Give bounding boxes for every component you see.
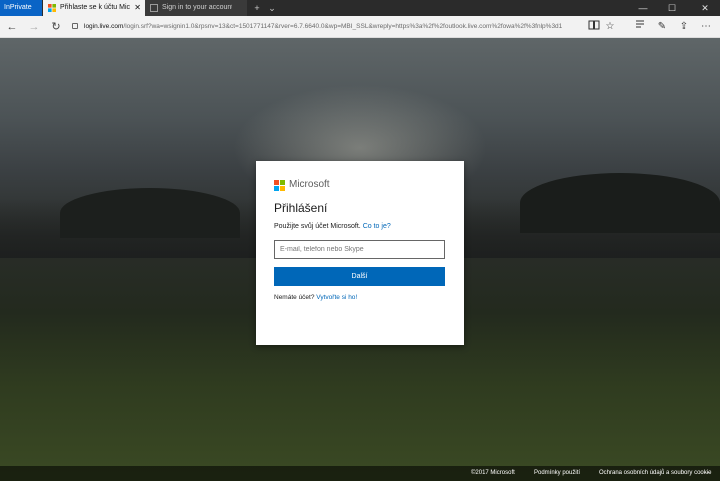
page-title: Přihlášení <box>274 201 328 215</box>
share-icon[interactable]: ⇪ <box>676 19 692 35</box>
microsoft-logo-icon <box>274 180 285 191</box>
copyright-text: ©2017 Microsoft <box>471 470 515 476</box>
url-field[interactable]: login.live.com/login.srf?wa=wsignin1.0&r… <box>84 19 578 35</box>
close-tab-icon[interactable]: ✕ <box>134 0 141 16</box>
tab-label: Sign in to your account <box>162 4 232 11</box>
refresh-icon[interactable]: ↻ <box>48 19 64 35</box>
lock-icon <box>72 23 78 29</box>
back-arrow-icon[interactable]: ← <box>4 19 20 35</box>
favorites-hub-icon[interactable] <box>632 19 648 35</box>
login-card: Microsoft Přihlášení Použijte svůj účet … <box>256 161 464 345</box>
tab-sign-in[interactable]: Sign in to your account <box>145 0 247 16</box>
create-account-link[interactable]: Vytvořte si ho! <box>316 294 357 301</box>
web-note-icon[interactable]: ✎ <box>654 19 670 35</box>
no-account-row: Nemáte účet? Vytvořte si ho! <box>274 294 357 301</box>
more-options-icon[interactable]: ··· <box>705 466 711 481</box>
footer: ©2017 Microsoft Podmínky použití Ochrana… <box>0 466 720 481</box>
tab-label: Přihlaste se k účtu Micro <box>60 4 130 11</box>
brand-name: Microsoft <box>289 179 330 190</box>
terms-link[interactable]: Podmínky použití <box>534 466 580 481</box>
minimize-button[interactable]: — <box>632 0 654 16</box>
tab-login-microsoft[interactable]: Přihlaste se k účtu Micro ✕ <box>43 0 145 16</box>
forward-arrow-icon[interactable]: → <box>26 19 42 35</box>
account-prompt-text: Použijte svůj účet Microsoft. <box>274 223 361 230</box>
url-path: /login.srf?wa=wsignin1.0&rpsnv=13&ct=150… <box>123 23 563 30</box>
title-bar: InPrivate Přihlaste se k účtu Micro ✕ Si… <box>0 0 720 16</box>
reading-view-icon[interactable] <box>586 19 602 35</box>
next-button[interactable]: Další <box>274 267 445 286</box>
email-field[interactable] <box>274 240 445 259</box>
page-favicon-icon <box>150 4 158 12</box>
maximize-button[interactable]: ☐ <box>661 0 683 16</box>
tab-list-chevron-down-icon[interactable]: ⌄ <box>265 0 279 16</box>
account-prompt: Použijte svůj účet Microsoft. Co to je? <box>274 223 391 230</box>
more-icon[interactable]: ⋯ <box>698 19 714 35</box>
what-is-this-link[interactable]: Co to je? <box>363 223 391 230</box>
address-bar-row: ← → ↻ login.live.com/login.srf?wa=wsigni… <box>0 16 720 38</box>
inprivate-badge: InPrivate <box>0 0 42 16</box>
url-host: login.live.com <box>84 23 124 30</box>
no-account-text: Nemáte účet? <box>274 294 315 301</box>
hill-right <box>520 173 720 233</box>
favorite-star-icon[interactable]: ☆ <box>602 19 618 35</box>
close-window-button[interactable]: ✕ <box>694 0 716 16</box>
new-tab-button[interactable]: + <box>250 0 264 16</box>
privacy-link[interactable]: Ochrana osobních údajů a soubory cookie <box>599 466 711 481</box>
microsoft-favicon-icon <box>48 4 56 12</box>
hill-left <box>60 188 240 238</box>
